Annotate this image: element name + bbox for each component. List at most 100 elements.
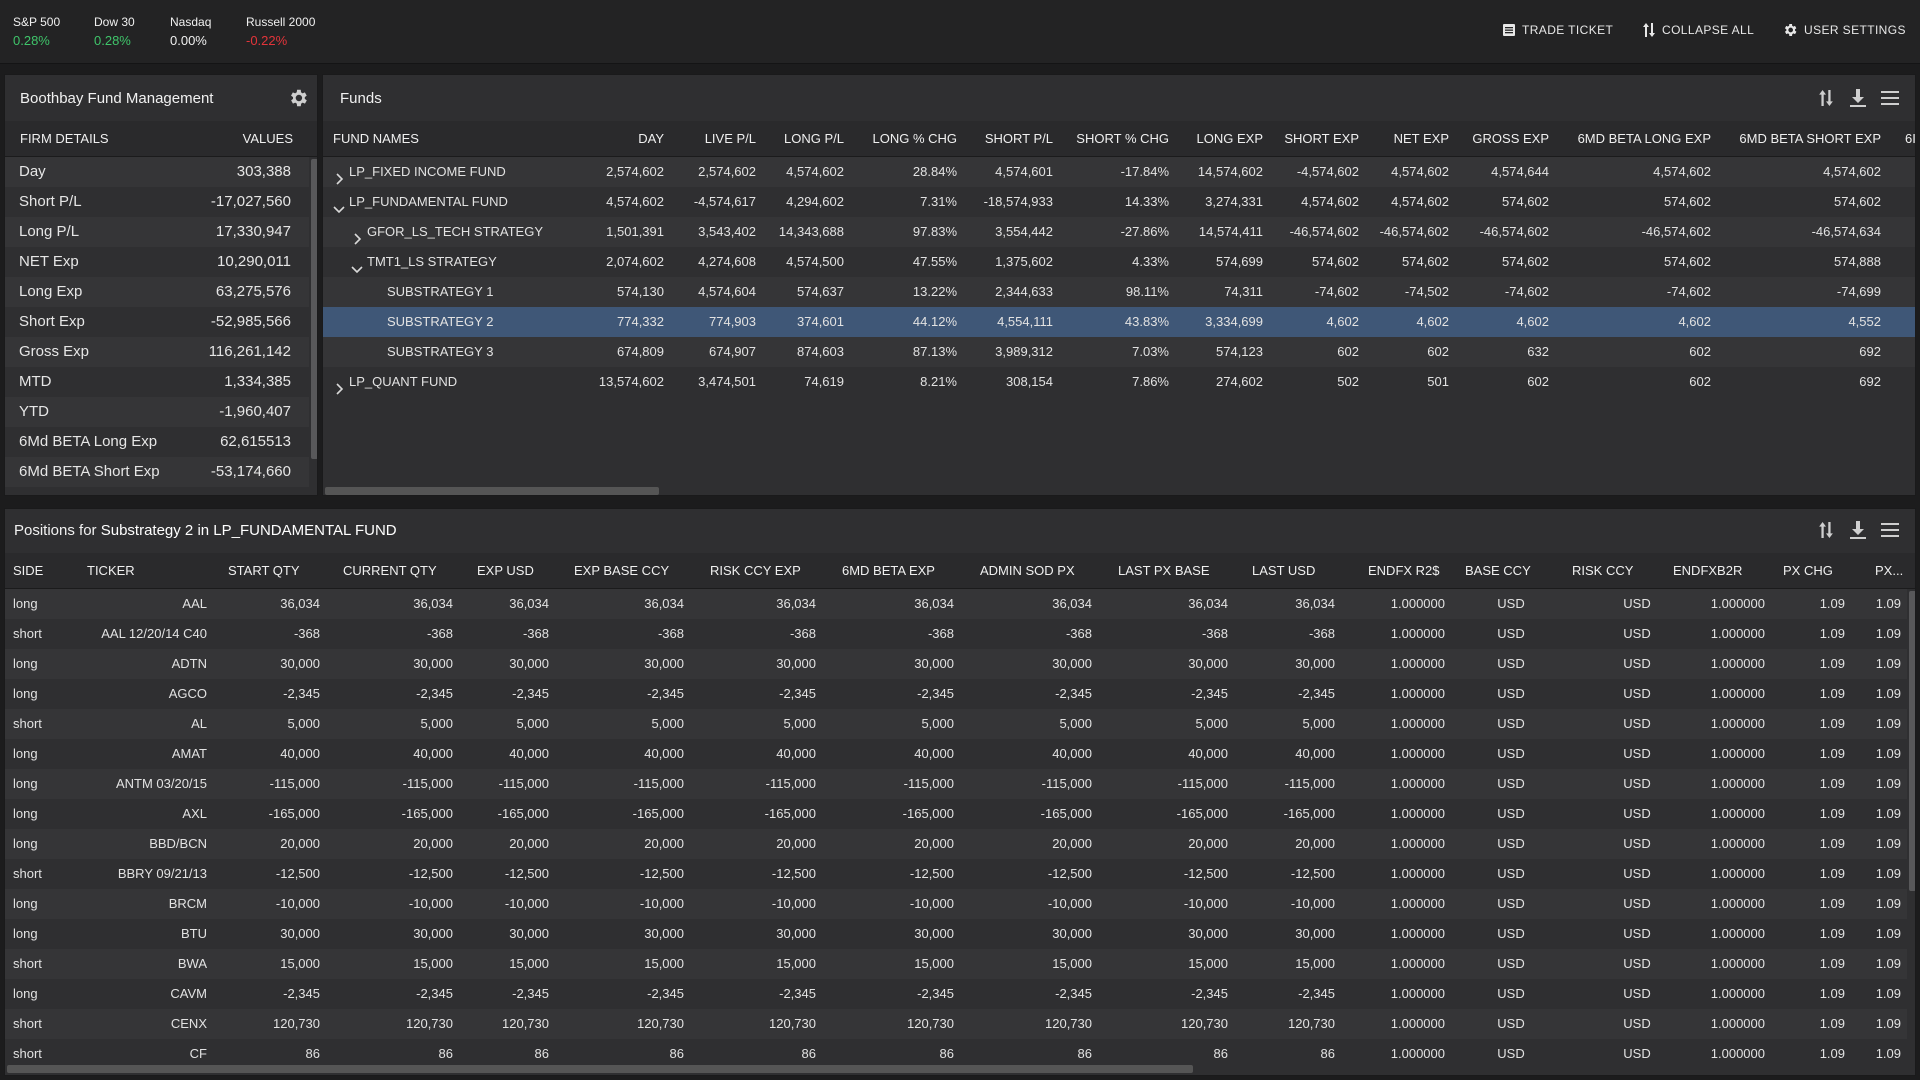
firm-detail-value: 1,334,385 [224,373,291,390]
col-start-qty[interactable]: START QTY [228,553,300,589]
col-risk-ccy-exp[interactable]: RISK CCY EXP [710,553,801,589]
col-current-qty[interactable]: CURRENT QTY [343,553,437,589]
fund-cell: 602 [1527,374,1549,389]
firm-detail-row[interactable]: NET Exp 10,290,011 [5,247,309,277]
position-qty-cell: 15,000 [280,956,320,971]
firm-detail-row[interactable]: Long P/L 17,330,947 [5,217,309,247]
position-row[interactable]: long CAVM -2,345 -2,345 -2,345 -2,345 -2,345 -2… [5,979,1907,1009]
positions-download-button[interactable] [1847,519,1869,541]
firm-detail-row[interactable]: 6Md BETA Long Exp 62,615513 [5,427,309,457]
firm-detail-row[interactable]: Gross Exp 116,261,142 [5,337,309,367]
position-row[interactable]: long AMAT 40,000 40,000 40,000 40,000 40,000 40… [5,739,1907,769]
position-ticker: CAVM [170,986,207,1001]
positions-vertical-scrollbar[interactable] [1909,591,1915,891]
col-6md-beta-exp[interactable]: 6MD BETA EXP [842,553,935,589]
firm-settings-button[interactable] [285,85,311,111]
fund-row[interactable]: SUBSTRATEGY 2 774,332 774,903 374,601 44.12%… [323,307,1915,337]
position-row[interactable]: long AGCO -2,345 -2,345 -2,345 -2,345 -2,345 -2… [5,679,1907,709]
col-px-more[interactable]: PX... [1875,553,1903,589]
position-row[interactable]: long ANTM 03/20/15 -115,000 -115,000 -115,00… [5,769,1907,799]
position-row[interactable]: long BBD/BCN 20,000 20,000 20,000 20,000 20,00… [5,829,1907,859]
fund-row[interactable]: SUBSTRATEGY 1 574,130 4,574,604 574,637 13.2… [323,277,1915,307]
fund-row[interactable]: SUBSTRATEGY 3 674,809 674,907 874,603 87.13%… [323,337,1915,367]
col-risk-ccy[interactable]: RISK CCY [1572,553,1633,589]
position-qty-cell: 5,000 [1059,716,1092,731]
chevron-down-icon[interactable] [351,256,363,274]
position-row[interactable]: long BTU 30,000 30,000 30,000 30,000 30,000 30,… [5,919,1907,949]
col-last-usd[interactable]: LAST USD [1252,553,1315,589]
position-side: long [13,596,38,611]
position-endfx-r2: 1.000000 [1390,986,1445,1001]
col-px-chg[interactable]: PX CHG [1783,553,1833,589]
chevron-down-icon[interactable] [333,196,345,214]
col-endfx-r2[interactable]: ENDFX R2$ [1368,553,1440,589]
collapse-all-button[interactable]: COLLAPSE ALL [1642,20,1754,40]
position-base-ccy: USD [1497,656,1525,671]
firm-detail-row[interactable]: Short Exp -52,985,566 [5,307,309,337]
position-row[interactable]: short BWA 15,000 15,000 15,000 15,000 15,000 15… [5,949,1907,979]
position-row[interactable]: long BRCM -10,000 -10,000 -10,000 -10,000 -10,… [5,889,1907,919]
firm-detail-row[interactable]: MTD 1,334,385 [5,367,309,397]
col-admin-sod-px[interactable]: ADMIN SOD PX [980,553,1075,589]
funds-sort-button[interactable] [1815,87,1837,109]
trade-ticket-button[interactable]: TRADE TICKET [1502,20,1613,40]
col-exp-usd[interactable]: EXP USD [477,553,534,589]
index-name: Nasdaq [170,15,212,29]
position-endfx-r2: 1.000000 [1390,1016,1445,1031]
position-row[interactable]: long AAL 36,034 36,034 36,034 36,034 36,034 36,… [5,589,1907,619]
position-row[interactable]: long AXL -165,000 -165,000 -165,000 -165,000 -… [5,799,1907,829]
col-base-ccy[interactable]: BASE CCY [1465,553,1531,589]
firm-detail-row[interactable]: Day 303,388 [5,157,309,187]
col-gross-exp[interactable]: GROSS EXP [1389,121,1549,157]
position-row[interactable]: long ADTN 30,000 30,000 30,000 30,000 30,000 30… [5,649,1907,679]
position-base-ccy: USD [1497,866,1525,881]
chevron-right-icon[interactable] [333,166,345,185]
col-last-px-base[interactable]: LAST PX BASE [1118,553,1210,589]
col-side[interactable]: SIDE [13,553,43,589]
firm-detail-row[interactable]: Short P/L -17,027,560 [5,187,309,217]
position-qty-cell: 40,000 [1052,746,1092,761]
fund-row[interactable]: TMT1_LS STRATEGY 2,074,602 4,274,608 4,574,… [323,247,1915,277]
user-settings-button[interactable]: USER SETTINGS [1782,20,1906,40]
col-endfxb2r[interactable]: ENDFXB2R [1673,553,1742,589]
col-ticker[interactable]: TICKER [87,553,135,589]
fund-row[interactable]: GFOR_LS_TECH STRATEGY 1,501,391 3,543,402 1… [323,217,1915,247]
position-row[interactable]: short CENX 120,730 120,730 120,730 120,730 120… [5,1009,1907,1039]
funds-menu-button[interactable] [1879,87,1901,109]
funds-download-button[interactable] [1847,87,1869,109]
position-row[interactable]: short CF 86 86 86 86 86 86 86 86 86 1.000000 USD USD 1… [5,1039,1907,1063]
firm-detail-row[interactable]: Long Exp 63,275,576 [5,277,309,307]
fund-row[interactable]: LP_QUANT FUND 13,574,602 3,474,501 74,619 8.… [323,367,1915,397]
position-ticker: AAL [182,596,207,611]
col-exp-base-ccy[interactable]: EXP BASE CCY [574,553,669,589]
col-6md-beta-long-exp[interactable]: 6MD BETA LONG EXP [1551,121,1711,157]
col-fund-names[interactable]: FUND NAMES [333,121,419,157]
positions-panel-header: Positions for Substrategy 2 in LP_FUNDAM… [5,509,1915,551]
positions-horizontal-scrollbar[interactable] [7,1065,1193,1073]
col-6i[interactable]: 6I [1905,121,1915,157]
firm-detail-value: -1,960,407 [219,403,291,420]
position-endfx-r2: 1.000000 [1390,836,1445,851]
fund-row[interactable]: LP_FUNDAMENTAL FUND 4,574,602 -4,574,617 4,… [323,187,1915,217]
col-values[interactable]: VALUES [243,121,293,157]
firm-vertical-scrollbar[interactable] [311,159,317,459]
funds-horizontal-scrollbar[interactable] [325,487,659,495]
chevron-right-icon[interactable] [351,226,363,245]
position-row[interactable]: short AL 5,000 5,000 5,000 5,000 5,000 5,000 5,0… [5,709,1907,739]
index-change: 0.28% [94,33,131,48]
position-row[interactable]: short AAL 12/20/14 C40 -368 -368 -368 -368 -36… [5,619,1907,649]
chevron-right-icon[interactable] [333,376,345,395]
col-6md-beta-short-exp[interactable]: 6MD BETA SHORT EXP [1721,121,1881,157]
firm-detail-row[interactable]: YTD -1,960,407 [5,397,309,427]
position-ticker: ADTN [171,656,207,671]
position-qty-cell: 5,000 [651,716,684,731]
col-firm-details[interactable]: FIRM DETAILS [20,121,109,157]
position-row[interactable]: short BBRY 09/21/13 -12,500 -12,500 -12,500 -… [5,859,1907,889]
firm-detail-row[interactable]: 6Md BETA Short Exp -53,174,660 [5,457,309,487]
position-qty-cell: -115,000 [269,776,320,791]
position-px-chg: 1.09 [1819,776,1845,791]
fund-row[interactable]: LP_FIXED INCOME FUND 2,574,602 2,574,602 4,… [323,157,1915,187]
positions-sort-button[interactable] [1815,519,1837,541]
positions-menu-button[interactable] [1879,519,1901,541]
position-qty-cell: -2,345 [1298,686,1335,701]
